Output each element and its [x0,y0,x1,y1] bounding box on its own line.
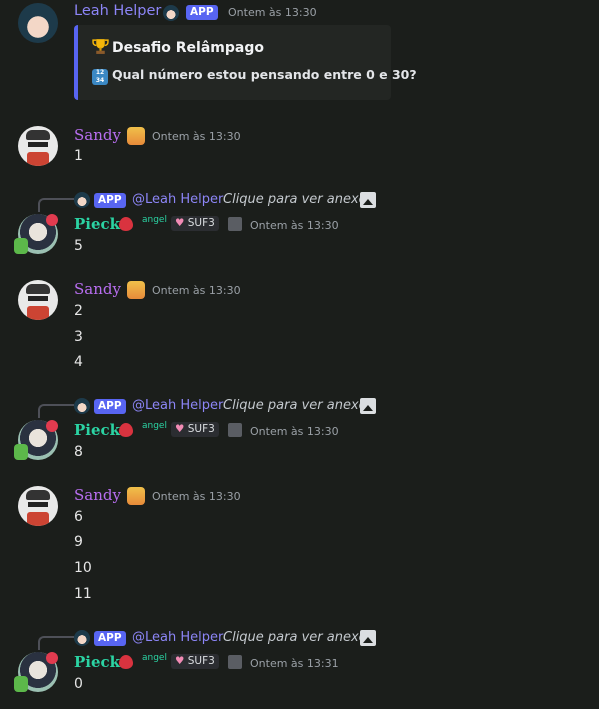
flower-icon [46,420,58,432]
timestamp[interactable]: Ontem às 13:30 [250,425,339,438]
image-icon [360,630,376,646]
cactus-icon [14,444,28,460]
message-line: 6 [74,509,83,525]
flower-icon [46,214,58,226]
embed-description: 12 34 Qual número estou pensando entre 0 e… [92,67,417,85]
message-line: 10 [74,560,92,576]
reply-connector [38,198,74,212]
avatar[interactable] [18,486,58,526]
guild-tag-label: SUF3 [187,423,215,435]
message-pieck: APP @Leah Helper Clique para ver anexo P… [0,624,599,709]
message-line: 3 [74,329,83,345]
app-badge: APP [94,631,126,646]
cube-icon [228,655,242,669]
author-name[interactable]: Pieck [74,653,120,671]
cube-icon [228,423,242,437]
message-leah-helper: Leah Helper APP Ontem às 13:30 Desafio R… [0,0,599,110]
timestamp[interactable]: Ontem às 13:30 [152,130,241,143]
message-line: 1 [74,148,83,164]
timestamp[interactable]: Ontem às 13:31 [250,657,339,670]
reply-avatar [74,630,90,646]
reply-preview[interactable]: Clique para ver anexo [223,192,367,207]
author-name[interactable]: Leah Helper [74,3,161,19]
person-emoji-icon [127,281,145,299]
author-name[interactable]: Sandy [74,486,121,504]
app-badge: APP [94,399,126,414]
strawberry-icon [119,423,133,437]
trophy-icon [92,39,109,54]
timestamp[interactable]: Ontem às 13:30 [152,490,241,503]
avatar[interactable] [18,280,58,320]
guild-tag-label: SUF3 [187,217,215,229]
message-sandy: Sandy Ontem às 13:30 2 3 4 [0,274,599,384]
heart-icon: ♥ [175,655,185,667]
person-emoji-icon [127,487,145,505]
strawberry-icon [119,655,133,669]
message-sandy: Sandy Ontem às 13:30 6 9 10 11 [0,480,599,610]
strawberry-icon [119,217,133,231]
flower-icon [46,652,58,664]
cactus-icon [14,238,28,254]
embed: Desafio Relâmpago 12 34 Qual número estou … [74,25,417,100]
embed-description-text: Qual número estou pensando entre 0 e 30? [112,67,417,82]
timestamp[interactable]: Ontem às 13:30 [250,219,339,232]
reply-avatar [74,192,90,208]
guild-tag[interactable]: ♥ SUF3 [171,422,219,437]
message-line: 4 [74,354,83,370]
message-line: 2 [74,303,83,319]
avatar[interactable] [18,3,58,43]
message-pieck: APP @Leah Helper Clique para ver anexo P… [0,392,599,472]
guild-tag[interactable]: ♥ SUF3 [171,654,219,669]
embed-title: Desafio Relâmpago [92,38,264,56]
role-tag: angel [142,421,167,431]
app-badge: APP [186,5,218,20]
message-line: 9 [74,534,83,550]
timestamp[interactable]: Ontem às 13:30 [152,284,241,297]
message-pieck: APP @Leah Helper Clique para ver anexo P… [0,186,599,266]
reply-avatar [74,398,90,414]
avatar[interactable] [18,126,58,166]
reply-connector [38,404,74,418]
image-icon [360,192,376,208]
author-name[interactable]: Sandy [74,280,121,298]
heart-icon: ♥ [175,217,185,229]
timestamp[interactable]: Ontem às 13:30 [228,6,317,19]
message-sandy: Sandy Ontem às 13:30 1 [0,120,599,170]
bot-emoji-icon [163,5,179,21]
author-name[interactable]: Pieck [74,421,120,439]
reply-preview[interactable]: Clique para ver anexo [223,630,367,645]
reply-mention[interactable]: @Leah Helper [132,398,223,413]
author-name[interactable]: Pieck [74,215,120,233]
message-line: 0 [74,676,83,692]
role-tag: angel [142,215,167,225]
reply-mention[interactable]: @Leah Helper [132,630,223,645]
cactus-icon [14,676,28,692]
reply-preview[interactable]: Clique para ver anexo [223,398,367,413]
heart-icon: ♥ [175,423,185,435]
image-icon [360,398,376,414]
app-badge: APP [94,193,126,208]
message-line: 5 [74,238,83,254]
cube-icon [228,217,242,231]
numbers-icon: 12 34 [92,69,108,85]
message-line: 11 [74,586,92,602]
reply-connector [38,636,74,650]
role-tag: angel [142,653,167,663]
author-name[interactable]: Sandy [74,126,121,144]
person-emoji-icon [127,127,145,145]
message-line: 8 [74,444,83,460]
guild-tag[interactable]: ♥ SUF3 [171,216,219,231]
reply-mention[interactable]: @Leah Helper [132,192,223,207]
embed-title-text: Desafio Relâmpago [112,40,264,56]
guild-tag-label: SUF3 [187,655,215,667]
